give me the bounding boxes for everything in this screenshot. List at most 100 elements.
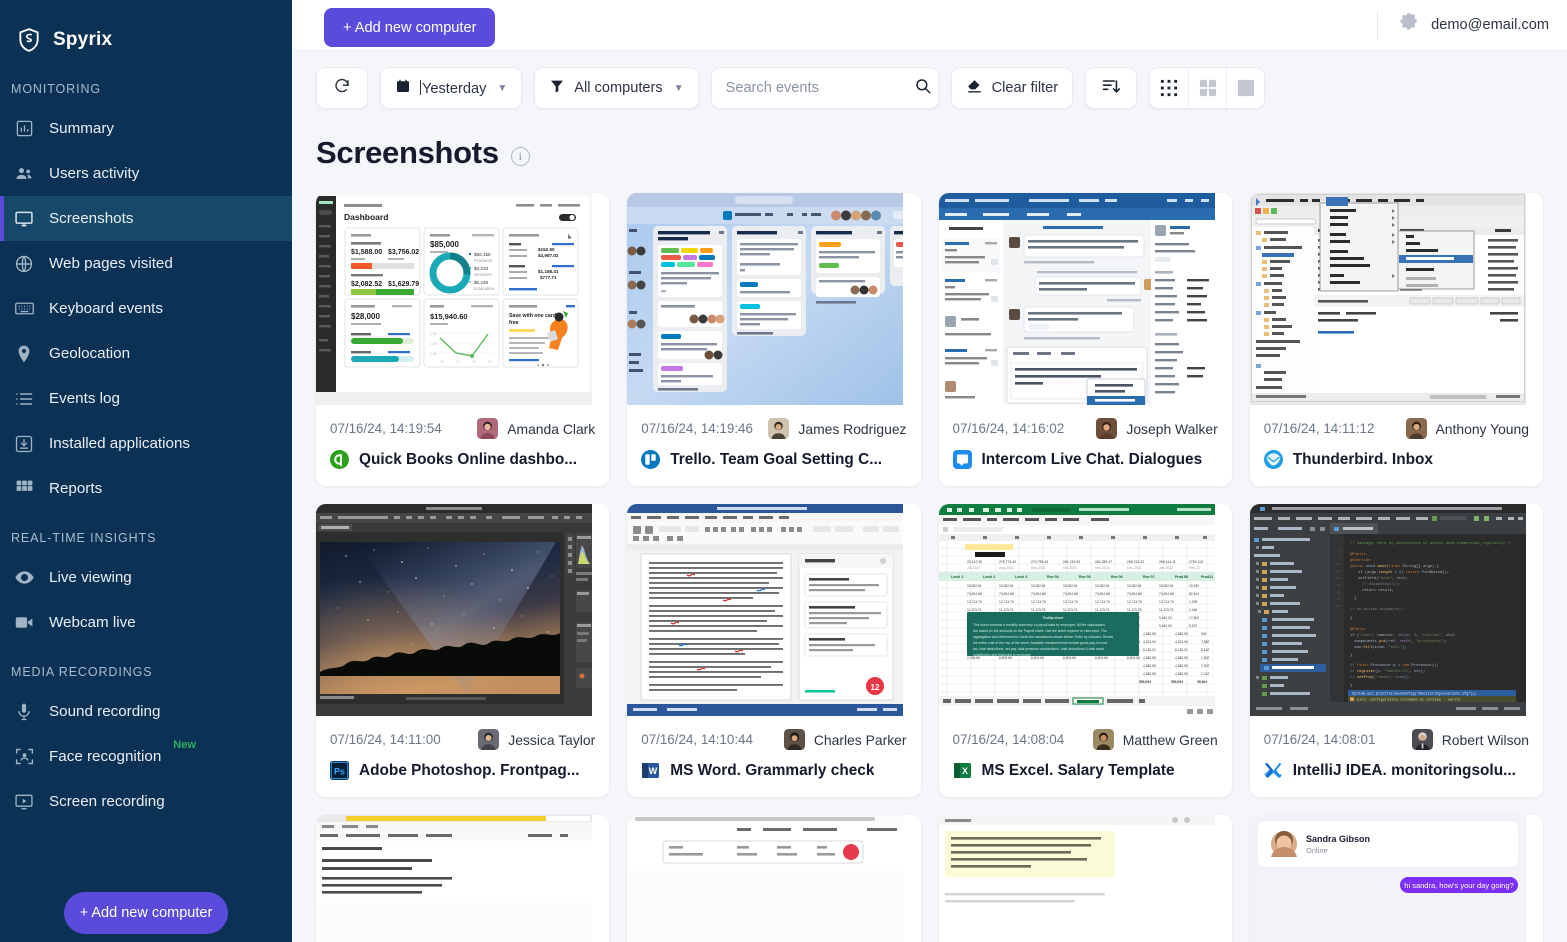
svg-text:@Public: @Public [1350, 552, 1366, 557]
search-input[interactable] [725, 80, 914, 96]
section-title-media: MEDIA RECORDINGS [11, 665, 153, 679]
svg-text:$4,987.02: $4,987.02 [538, 253, 559, 258]
large-view-button[interactable] [1226, 68, 1264, 108]
svg-text:1.5k: 1.5k [430, 332, 437, 336]
section-title-monitoring: MONITORING [11, 82, 102, 96]
screenshot-title-row: X MS Excel. Salary Template [939, 750, 1232, 797]
avatar [477, 418, 499, 439]
svg-text:$5,228: $5,228 [474, 280, 488, 285]
svg-text:Sep-2021: Sep-2021 [1031, 566, 1046, 570]
screenshot-meta: 07/16/24, 14:10:44 Charles Parker [627, 716, 920, 750]
svg-text:15,932.81: 15,932.81 [1031, 584, 1046, 588]
account-menu[interactable]: demo@email.com [1377, 9, 1549, 40]
svg-text:11,123.75: 11,123.75 [1095, 608, 1110, 612]
svg-text:Rev 05: Rev 05 [1079, 575, 1091, 579]
sidebar-item-geolocation[interactable]: Geolocation [0, 331, 292, 376]
svg-text:11,123.75: 11,123.75 [1127, 608, 1142, 612]
screenshot-time: 07/16/24, 14:19:46 [641, 421, 753, 436]
screenshot-card[interactable]: 22,147.30 278,774.40 270,799.43 261,132.93 2… [938, 504, 1232, 797]
computers-filter-dropdown[interactable]: All computers ▼ [534, 67, 699, 109]
screenshot-thumbnail[interactable]: 22,147.30 278,774.40 270,799.43 261,132.93 2… [938, 504, 1232, 716]
screenshot-card[interactable]: Sandra Gibson Online hi sandra, how's yo… [1249, 815, 1543, 942]
svg-text:16: 16 [1336, 604, 1340, 608]
screenshot-thumbnail[interactable]: Sandra Gibson Online hi sandra, how's yo… [1249, 815, 1543, 942]
svg-text:73,814.86: 73,814.86 [1031, 592, 1046, 596]
screenshot-thumbnail[interactable] [1249, 193, 1543, 405]
screenshot-thumbnail[interactable] [316, 504, 610, 716]
screenshot-card[interactable]: 12 07/16/24, 14:10:44 Charles Parker W M… [627, 504, 921, 797]
screenshot-card[interactable]: Dashboard $1,588.00 $3,756.02 $2,082.52 … [316, 193, 610, 486]
sidebar-item-webcam-live[interactable]: Webcam live [0, 600, 292, 645]
svg-text:21: 21 [488, 360, 492, 364]
sort-button[interactable] [1085, 67, 1138, 109]
sidebar-item-screen-recording[interactable]: Screen recording [0, 779, 292, 824]
sidebar-item-screenshots[interactable]: Screenshots [0, 196, 292, 241]
thunderbird-icon [1263, 450, 1283, 469]
screenshot-thumbnail[interactable]: Dashboard $1,588.00 $3,756.02 $2,082.52 … [316, 193, 610, 405]
screenshot-card[interactable]: 07/16/24, 14:19:46 James Rodriguez Trell… [627, 193, 921, 486]
medium-grid-view-button[interactable] [1188, 68, 1226, 108]
svg-text:8,142: 8,142 [1201, 648, 1209, 652]
svg-text:265,213.33: 265,213.33 [1127, 560, 1144, 564]
screenshot-thumbnail[interactable] [938, 193, 1232, 405]
screenshot-thumbnail[interactable]: 7 8 9 10 11 12 13 14 15 16 /* package; Here by_c… [1249, 504, 1543, 716]
screenshot-card[interactable]: 07/16/24, 14:11:12 Anthony Young Thunder… [1249, 193, 1543, 486]
clear-filter-button[interactable]: Clear filter [950, 67, 1074, 109]
search-icon[interactable] [914, 77, 932, 100]
screenshot-card[interactable]: 7 8 9 10 11 12 13 14 15 16 /* package; Here by_c… [1249, 504, 1543, 797]
svg-text:$56,156: $56,156 [474, 252, 491, 257]
face-scan-icon [13, 746, 35, 768]
svg-text:1.0k: 1.0k [430, 342, 437, 346]
view-mode-toggle[interactable] [1149, 67, 1266, 109]
svg-text:/* package; Here by_convenienc: /* package; Here by_convenience of_acces… [1350, 541, 1512, 546]
search-events-field[interactable] [710, 67, 939, 109]
svg-text:Rev 06: Rev 06 [1111, 575, 1123, 579]
sidebar-add-computer-button[interactable]: + Add new computer [64, 892, 228, 934]
screenshot-card[interactable]: 07/16/24, 14:16:02 Joseph Walker Interco… [938, 193, 1232, 486]
svg-text:System.out.println(loadConfig(: System.out.println(loadConfig("monitorin… [1352, 692, 1477, 697]
svg-text:}: } [1354, 596, 1356, 601]
messenger-contact-name: Sandra Gibson [1306, 834, 1370, 844]
screenshot-thumbnail[interactable] [627, 193, 921, 405]
screenshot-thumbnail[interactable] [316, 815, 610, 942]
add-new-computer-button[interactable]: + Add new computer [324, 8, 496, 47]
screenshot-thumbnail[interactable] [627, 815, 921, 942]
sort-descending-icon [1101, 76, 1121, 100]
sidebar-item-users-activity[interactable]: Users activity [0, 151, 292, 196]
svg-text:X: X [961, 766, 967, 776]
screenshot-thumbnail[interactable]: 12 [627, 504, 921, 716]
screenshot-title: Trello. Team Goal Setting C... [670, 450, 883, 468]
svg-text:components.put(ref, newOf, "pr: components.put(ref, newOf, "processing")… [1354, 639, 1447, 644]
sidebar-item-summary[interactable]: Summary [0, 106, 292, 151]
screenshot-title: MS Word. Grammarly check [670, 761, 875, 779]
screenshot-card[interactable] [938, 815, 1232, 942]
screenshot-card[interactable]: 07/16/24, 14:11:00 Jessica Taylor Ps Ado… [316, 504, 610, 797]
sidebar-item-face-recognition[interactable]: Face recognition New [0, 734, 292, 779]
sidebar-item-reports[interactable]: Reports [0, 466, 292, 511]
avatar [478, 729, 500, 750]
screenshot-thumbnail[interactable] [938, 815, 1232, 942]
sidebar-item-live-viewing[interactable]: Live viewing [0, 555, 292, 600]
sidebar-item-installed-applications[interactable]: Installed applications [0, 421, 292, 466]
sidebar-item-sound-recording[interactable]: Sound recording [0, 689, 292, 734]
sidebar-item-web-pages-visited[interactable]: Web pages visited [0, 241, 292, 286]
screenshot-meta: 07/16/24, 14:19:46 James Rodriguez [627, 405, 920, 439]
screenshot-card[interactable] [316, 815, 610, 942]
dense-grid-view-button[interactable] [1150, 68, 1188, 108]
info-icon[interactable]: i [510, 146, 530, 166]
sidebar-item-events-log[interactable]: Events log [0, 376, 292, 421]
sidebar-item-keyboard-events[interactable]: Keyboard events [0, 286, 292, 331]
screenshot-time: 07/16/24, 14:10:44 [641, 732, 753, 747]
date-range-dropdown[interactable]: Yesterday ▼ [380, 67, 523, 109]
screenshot-card[interactable] [627, 815, 921, 942]
intercom-icon [952, 450, 972, 469]
screenshot-user: Anthony Young [1435, 420, 1529, 437]
gear-icon[interactable] [1398, 11, 1420, 38]
page-title: Screenshots [316, 135, 499, 170]
svg-text:2750.113: 2750.113 [1189, 560, 1203, 564]
quickbooks-icon [330, 450, 349, 469]
trello-icon [641, 450, 661, 469]
svg-text:// setProp("cache", true);: // setProp("cache", true); [1350, 675, 1409, 680]
refresh-button[interactable] [316, 67, 368, 109]
svg-text:$1,168.41: $1,168.41 [538, 269, 559, 274]
